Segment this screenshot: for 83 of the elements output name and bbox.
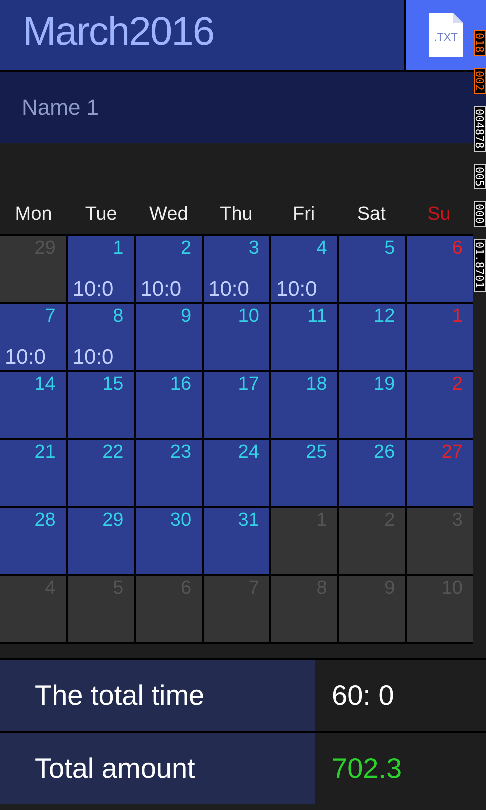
day-number: 30 — [170, 510, 192, 532]
day-number: 6 — [452, 238, 463, 260]
frame-counter: 01.8701 — [474, 239, 486, 292]
day-cell[interactable]: 28 — [0, 508, 66, 574]
day-number: 16 — [170, 374, 192, 396]
day-number: 10 — [238, 306, 260, 328]
day-number: 28 — [34, 510, 56, 532]
day-number: 29 — [102, 510, 124, 532]
day-cell[interactable]: 12 — [339, 304, 406, 370]
day-number: 9 — [180, 306, 192, 328]
frame-counter: 004878 — [474, 106, 486, 152]
day-cell[interactable]: 21 — [0, 440, 66, 506]
day-number: 2 — [452, 374, 463, 396]
day-cell[interactable]: 24 — [204, 440, 270, 506]
day-number: 27 — [442, 442, 463, 464]
day-cell[interactable]: 4 10:0 — [271, 236, 338, 302]
day-cell[interactable]: 23 — [136, 440, 202, 506]
day-cell[interactable]: 16 — [136, 372, 202, 438]
hours-text: 10:0 — [140, 278, 182, 302]
day-number: 25 — [306, 442, 328, 464]
weekday-label: Thu — [219, 204, 254, 226]
weekday-label: Wed — [148, 204, 190, 226]
day-number: 19 — [374, 374, 396, 396]
day-cell[interactable]: 9 — [136, 304, 202, 370]
day-cell[interactable]: 19 — [339, 372, 406, 438]
file-icon — [429, 13, 463, 57]
day-number: 2 — [180, 238, 192, 260]
day-number: 8 — [113, 306, 124, 328]
summary-value: 60: 0 — [331, 678, 394, 712]
frame-counter: 005 — [474, 164, 486, 190]
day-cell[interactable]: 3 10:0 — [204, 236, 270, 302]
weekday-label: Sat — [356, 204, 387, 226]
day-number: 14 — [34, 374, 56, 396]
day-cell[interactable]: 15 — [68, 372, 134, 438]
day-number: 1 — [452, 306, 463, 328]
weekday-label: Su — [426, 204, 452, 226]
summary-label: The total time — [0, 660, 315, 731]
summary-value: 702.3 — [331, 752, 402, 786]
day-cell[interactable]: 14 — [0, 372, 66, 438]
day-number: 12 — [374, 306, 396, 328]
summary-label: Total amount — [0, 733, 315, 804]
hours-text: 10:0 — [72, 346, 114, 370]
day-cell[interactable]: 22 — [68, 440, 134, 506]
day-number: 5 — [384, 238, 396, 260]
day-cell[interactable]: 5 — [339, 236, 406, 302]
day-cell[interactable]: 18 — [271, 372, 338, 438]
day-cell[interactable]: 17 — [204, 372, 270, 438]
day-cell[interactable]: 26 — [339, 440, 406, 506]
day-cell[interactable]: 8 10:0 — [68, 304, 134, 370]
weekday-label: Tue — [84, 204, 118, 226]
frame-counter: 002 — [474, 68, 486, 94]
day-number: 22 — [102, 442, 124, 464]
day-cell[interactable]: 2 10:0 — [136, 236, 202, 302]
day-cell[interactable]: 25 — [271, 440, 338, 506]
weekday-label: Mon — [14, 204, 54, 226]
month-title: March2016 — [0, 0, 404, 70]
day-number: 11 — [308, 306, 328, 328]
day-cell[interactable]: 10 — [204, 304, 270, 370]
day-number: 18 — [306, 374, 328, 396]
day-number: 7 — [45, 306, 56, 328]
hours-text: 10:0 — [208, 278, 250, 302]
hours-text: 10:0 — [276, 278, 318, 302]
day-cell[interactable]: 7 10:0 — [0, 304, 66, 370]
day-number: 15 — [102, 374, 124, 396]
hours-text: 10:0 — [5, 346, 46, 370]
frame-counter: 018 — [474, 30, 486, 56]
day-number: 24 — [238, 442, 260, 464]
day-number: 1 — [113, 238, 124, 260]
day-number: 4 — [316, 238, 328, 260]
frame-counter: 000 — [474, 201, 486, 228]
day-cell[interactable]: 11 — [271, 304, 338, 370]
day-number: 26 — [374, 442, 396, 464]
day-number: 3 — [248, 238, 260, 260]
day-number: 31 — [238, 510, 260, 532]
hours-text: 10:0 — [72, 278, 114, 302]
day-number: 23 — [170, 442, 192, 464]
day-number: 21 — [34, 442, 56, 464]
day-cell[interactable]: 1 10:0 — [68, 236, 134, 302]
weekday-label: Fri — [292, 204, 316, 226]
day-cell[interactable]: 31 — [204, 508, 270, 574]
day-number: 17 — [238, 374, 260, 396]
day-cell[interactable]: 30 — [136, 508, 202, 574]
day-cell[interactable]: 29 — [68, 508, 134, 574]
